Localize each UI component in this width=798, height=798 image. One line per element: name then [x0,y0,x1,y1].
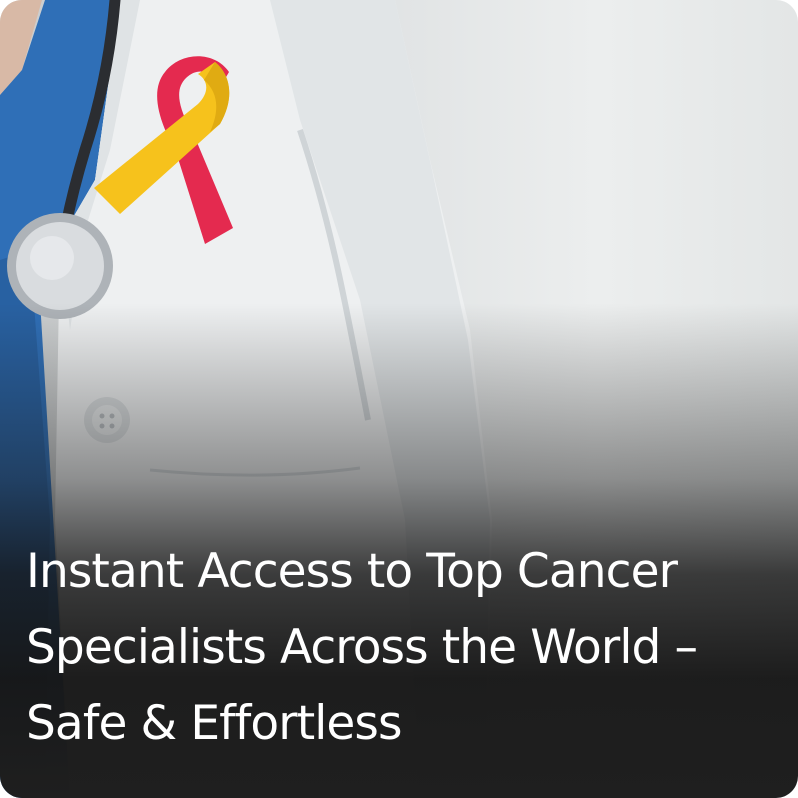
headline: Instant Access to Top Cancer Specialists… [26,544,698,751]
promo-card[interactable]: Instant Access to Top Cancer Specialists… [0,0,798,798]
